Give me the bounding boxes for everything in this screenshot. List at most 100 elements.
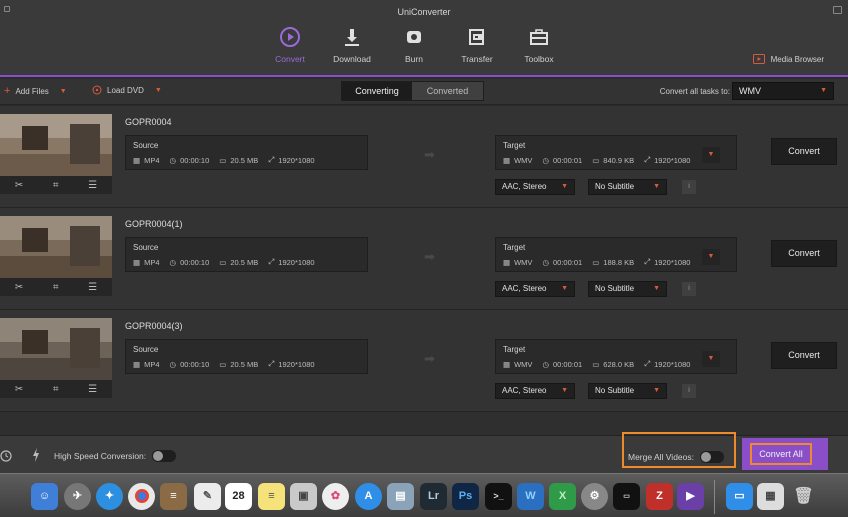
chevron-down-icon: ▼ — [707, 355, 715, 362]
subtitle-select[interactable]: No Subtitle ▼ — [588, 179, 667, 195]
info-button[interactable]: i — [682, 384, 696, 398]
nav-download[interactable]: Download — [322, 26, 382, 64]
source-meta: ▦ MP4 ◷ 00:00:10 ▭ 20.5 MB ⤢ 1920*1080 — [133, 257, 315, 267]
info-button[interactable]: i — [682, 282, 696, 296]
subtitle-select[interactable]: No Subtitle ▼ — [588, 383, 667, 399]
video-thumbnail[interactable] — [0, 114, 112, 176]
app-title: UniConverter — [397, 7, 451, 17]
uniconverter-dock-icon[interactable]: ▶ — [677, 483, 704, 510]
load-dvd-label: Load DVD — [107, 85, 144, 95]
chevron-down-icon: ▼ — [653, 285, 660, 292]
tab-converting[interactable]: Converting — [342, 82, 412, 100]
resolution-icon: ⤢ — [644, 359, 651, 368]
photos-icon[interactable]: ✿ — [322, 483, 349, 510]
convert-button[interactable]: Convert — [771, 240, 837, 267]
convert-button[interactable]: Convert — [771, 138, 837, 165]
convert-button[interactable]: Convert — [771, 342, 837, 369]
x-app-icon[interactable]: X — [549, 483, 576, 510]
merge-all-videos-toggle[interactable] — [700, 451, 724, 463]
safari-icon[interactable]: ✦ — [96, 483, 123, 510]
source-size: 20.5 MB — [230, 359, 259, 369]
convert-all-button[interactable]: Convert All — [750, 443, 812, 465]
effects-sliders-icon[interactable]: ☰ — [88, 180, 97, 191]
crop-icon[interactable]: ⌗ — [53, 180, 59, 191]
keyboard-viewer-icon[interactable]: ▦ — [757, 483, 784, 510]
target-title: Target — [503, 345, 526, 354]
trim-scissors-icon[interactable]: ✂ — [15, 180, 23, 191]
resolution-icon: ⤢ — [268, 257, 275, 266]
audio-track-select[interactable]: AAC, Stereo ▼ — [495, 281, 575, 297]
info-button[interactable]: i — [682, 180, 696, 194]
terminal-icon[interactable]: >_ — [485, 483, 512, 510]
chevron-down-icon: ▼ — [653, 387, 660, 394]
status-tabs: Converting Converted — [341, 81, 484, 101]
launchpad-icon[interactable]: ✈ — [64, 483, 91, 510]
audio-track-select[interactable]: AAC, Stereo ▼ — [495, 179, 575, 195]
app-store-icon[interactable]: A — [355, 483, 382, 510]
target-format-dropdown[interactable]: ▼ — [702, 249, 720, 265]
video-thumbnail[interactable] — [0, 216, 112, 278]
filezilla-icon[interactable]: Z — [646, 483, 673, 510]
file-list: ✂ ⌗ ☰ GOPR0004 Source ▦ MP4 ◷ 00:00:10 ▭… — [0, 106, 848, 435]
trim-scissors-icon[interactable]: ✂ — [15, 282, 23, 293]
source-info-box: Source ▦ MP4 ◷ 00:00:10 ▭ 20.5 MB ⤢ 1920… — [125, 135, 368, 170]
chevron-down-icon: ▼ — [653, 183, 660, 190]
bottom-bar: High Speed Conversion: Merge All Videos:… — [0, 432, 848, 473]
toggle-knob — [153, 451, 163, 461]
clock-icon: ◷ — [169, 155, 177, 165]
subtitle-select[interactable]: No Subtitle ▼ — [588, 281, 667, 297]
audio-track-select[interactable]: AAC, Stereo ▼ — [495, 383, 575, 399]
folder-icon: ▭ — [219, 257, 227, 267]
clock-icon: ◷ — [542, 359, 549, 369]
chevron-down-icon[interactable]: ▼ — [155, 87, 162, 94]
folder-icon[interactable]: ▭ — [726, 483, 753, 510]
target-format-dropdown[interactable]: ▼ — [702, 351, 720, 367]
source-format: MP4 — [144, 257, 160, 267]
media-browser-button[interactable]: Media Browser — [752, 54, 824, 64]
textedit-icon[interactable]: ✎ — [194, 483, 221, 510]
folder-icon: ▭ — [592, 257, 600, 267]
output-format-select[interactable]: WMV ▼ — [732, 82, 834, 100]
load-dvd-button[interactable]: Load DVD ▼ — [92, 85, 162, 95]
trim-scissors-icon[interactable]: ✂ — [15, 384, 23, 395]
add-files-button[interactable]: + Add Files ▼ — [4, 85, 67, 97]
video-thumbnail[interactable] — [0, 318, 112, 380]
target-format-dropdown[interactable]: ▼ — [702, 147, 720, 163]
crop-icon[interactable]: ⌗ — [53, 282, 59, 293]
crop-icon[interactable]: ⌗ — [53, 384, 59, 395]
preview-icon[interactable]: ▣ — [290, 483, 317, 510]
download-icon — [345, 29, 359, 46]
chevron-down-icon[interactable]: ▼ — [60, 88, 67, 95]
nav-transfer[interactable]: Transfer — [447, 26, 507, 64]
lightroom-icon[interactable]: Lr — [420, 483, 447, 510]
notes-app-icon[interactable]: ≡ — [160, 483, 187, 510]
trash-icon[interactable]: 🗑 — [790, 483, 817, 510]
image-capture-icon[interactable]: ▤ — [387, 483, 414, 510]
source-resolution: 1920*1080 — [278, 359, 315, 369]
effects-sliders-icon[interactable]: ☰ — [88, 282, 97, 293]
finder-icon[interactable]: ☺ — [31, 483, 58, 510]
tab-converted[interactable]: Converted — [412, 82, 483, 100]
window-menu-icon[interactable] — [833, 6, 842, 14]
window-control-icon[interactable] — [4, 6, 10, 12]
nav-toolbox[interactable]: Toolbox — [509, 26, 569, 64]
stickies-icon[interactable]: ≡ — [258, 483, 285, 510]
nav-burn[interactable]: Burn — [384, 26, 444, 64]
file-name: GOPR0004(1) — [125, 219, 183, 229]
high-speed-conversion-toggle[interactable] — [152, 450, 176, 462]
system-preferences-icon[interactable]: ⚙ — [581, 483, 608, 510]
top-bar: UniConverter Convert Download Burn Trans… — [0, 0, 848, 77]
calendar-icon[interactable]: 28 — [225, 483, 252, 510]
clock-icon: ◷ — [542, 257, 549, 267]
alarm-clock-icon[interactable] — [0, 448, 12, 462]
w-app-icon[interactable]: W — [517, 483, 544, 510]
chrome-icon[interactable] — [128, 483, 155, 510]
effects-sliders-icon[interactable]: ☰ — [88, 384, 97, 395]
photoshop-icon[interactable]: Ps — [452, 483, 479, 510]
source-resolution: 1920*1080 — [278, 155, 315, 165]
target-resolution: 1920*1080 — [654, 155, 691, 165]
arrow-right-icon: ➡ — [424, 147, 435, 162]
target-size: 628.0 KB — [603, 359, 635, 369]
gopro-icon[interactable]: ▭ — [613, 483, 640, 510]
nav-convert[interactable]: Convert — [260, 26, 320, 64]
